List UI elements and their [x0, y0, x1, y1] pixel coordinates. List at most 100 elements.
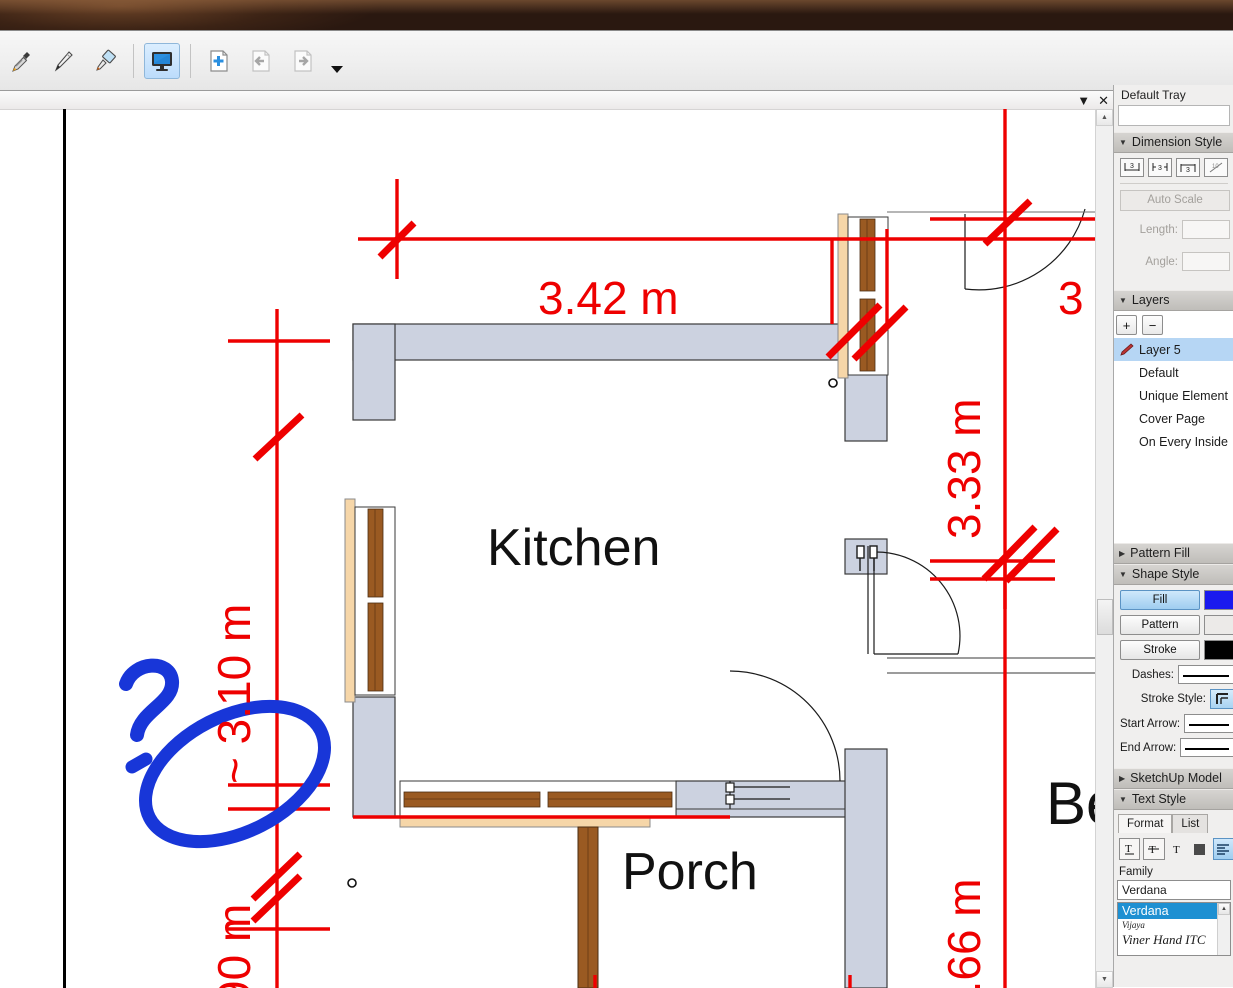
family-option-viner-hand-itc[interactable]: Viner Hand ITC [1118, 931, 1230, 949]
next-page-icon[interactable] [285, 43, 321, 79]
chevron-right-icon: ▶ [1119, 548, 1126, 558]
scroll-up-icon[interactable]: ▲ [1096, 109, 1113, 126]
scrollbar-thumb[interactable] [1097, 599, 1113, 635]
layer-item-default[interactable]: Default [1114, 361, 1233, 384]
stroke-button[interactable]: Stroke [1120, 640, 1200, 660]
dashes-label: Dashes: [1131, 668, 1174, 681]
family-option-vijaya[interactable]: Vijaya [1118, 919, 1230, 931]
pattern-row: Pattern [1120, 615, 1233, 635]
photo-highlight [0, 0, 1233, 14]
dashes-row: Dashes: [1120, 665, 1233, 684]
chevron-down-icon: ▼ [1119, 794, 1127, 804]
page-nav-group [198, 38, 346, 84]
toolbar-separator [133, 44, 134, 78]
underline-text-icon[interactable]: T [1119, 838, 1141, 860]
room-label-porch: Porch [622, 843, 758, 901]
panel-body-dimension-style: 3 3 3 10 Auto Scale Length: Angle: [1114, 153, 1233, 290]
panel-header-dimension-style[interactable]: ▼ Dimension Style [1114, 132, 1233, 153]
remove-layer-button[interactable]: − [1142, 315, 1163, 335]
tab-list[interactable]: List [1172, 814, 1209, 833]
end-arrow-select[interactable] [1180, 738, 1233, 757]
pen-icon[interactable] [45, 43, 81, 79]
document-vertical-scrollbar[interactable]: ▲ ▼ [1095, 109, 1113, 988]
dashes-select[interactable] [1178, 665, 1233, 684]
dim-top-right-clipped: 3 [1058, 272, 1084, 324]
panel-title-dimension-style: Dimension Style [1131, 135, 1223, 149]
add-layer-button[interactable]: + [1116, 315, 1137, 335]
layer-item-layer-5[interactable]: Layer 5 [1114, 338, 1233, 361]
stroke-style-button[interactable] [1210, 689, 1233, 709]
length-input[interactable] [1182, 220, 1230, 239]
text-style-tabs: Format List [1114, 810, 1233, 833]
layer-label: Cover Page [1139, 411, 1206, 426]
pattern-button[interactable]: Pattern [1120, 615, 1200, 635]
stroke-style-row: Stroke Style: [1120, 689, 1233, 709]
pencil-icon [1120, 343, 1134, 356]
start-arrow-select[interactable] [1184, 714, 1233, 733]
add-page-icon[interactable] [201, 43, 237, 79]
default-tray: Default Tray ▼ Dimension Style 3 3 3 10 [1113, 85, 1233, 987]
tab-format[interactable]: Format [1118, 814, 1173, 833]
monitor-icon[interactable] [144, 43, 180, 79]
panel-title-text-style: Text Style [1131, 792, 1187, 806]
family-input[interactable]: Verdana [1117, 880, 1231, 900]
auto-scale-button[interactable]: Auto Scale [1120, 190, 1230, 211]
application-window: ▼ ✕ 3.42 m 3 3.33 m 3.66 m ~ 3.10 m Kitc… [0, 0, 1233, 988]
stroke-row: Stroke [1120, 640, 1233, 660]
dim-top: 3.42 m [538, 272, 679, 324]
panel-header-layers[interactable]: ▼ Layers [1114, 290, 1233, 311]
dim-center-icon[interactable]: 3 [1148, 158, 1172, 177]
panel-header-pattern-fill[interactable]: ▶ Pattern Fill [1114, 543, 1233, 564]
pattern-swatch[interactable] [1204, 615, 1233, 635]
fill-button[interactable]: Fill [1120, 590, 1200, 610]
minimize-icon[interactable]: ▼ [1077, 94, 1090, 107]
align-left-icon[interactable] [1212, 838, 1233, 860]
panel-header-text-style[interactable]: ▼ Text Style [1114, 789, 1233, 810]
family-options-list[interactable]: Verdana Vijaya Viner Hand ITC ▲ [1117, 902, 1231, 956]
color-swatch-icon[interactable] [1190, 839, 1209, 859]
layer-item-cover-page[interactable]: Cover Page [1114, 407, 1233, 430]
dim-above-icon[interactable]: 3 [1176, 158, 1200, 177]
fill-color-swatch[interactable] [1204, 590, 1233, 610]
end-arrow-row: End Arrow: [1120, 738, 1233, 757]
tray-title: Default Tray [1114, 85, 1233, 105]
room-label-bedroom-clipped: Be [1046, 770, 1096, 837]
font-color-text-icon[interactable]: T [1168, 839, 1187, 859]
style-brush-icon[interactable] [87, 43, 123, 79]
svg-text:T: T [1149, 844, 1156, 856]
previous-page-icon[interactable] [243, 43, 279, 79]
layer-item-on-every-inside[interactable]: On Every Inside [1114, 430, 1233, 453]
document-titlebar: ▼ ✕ [0, 91, 1113, 110]
panel-title-pattern-fill: Pattern Fill [1130, 546, 1190, 560]
scroll-down-icon[interactable]: ▼ [1096, 971, 1113, 988]
panel-header-sketchup-model[interactable]: ▶ SketchUp Model [1114, 768, 1233, 789]
svg-text:T: T [1173, 844, 1180, 856]
layer-label: Unique Element [1139, 388, 1228, 403]
angle-label: Angle: [1145, 255, 1178, 268]
tray-search-field[interactable] [1118, 105, 1230, 126]
angle-field-row: Angle: [1120, 252, 1230, 271]
family-list-scrollbar[interactable]: ▲ [1217, 903, 1230, 955]
layers-list: Layer 5 Default Unique Element Cover Pag… [1114, 338, 1233, 543]
length-label: Length: [1139, 223, 1178, 236]
panel-header-shape-style[interactable]: ▼ Shape Style [1114, 564, 1233, 585]
eyedropper-icon[interactable] [3, 43, 39, 79]
toolbar-separator-2 [190, 44, 191, 78]
close-icon[interactable]: ✕ [1098, 94, 1109, 107]
svg-text:3: 3 [1130, 163, 1134, 170]
strikethrough-text-icon[interactable]: T [1143, 838, 1165, 860]
walls [352, 323, 888, 988]
stroke-color-swatch[interactable] [1204, 640, 1233, 660]
scroll-up-icon[interactable]: ▲ [1218, 903, 1230, 915]
angle-input[interactable] [1182, 252, 1230, 271]
dim-angle-icon[interactable]: 10 [1204, 158, 1228, 177]
family-option-verdana[interactable]: Verdana [1118, 903, 1230, 919]
overflow-caret-icon[interactable] [328, 44, 346, 78]
dimension-style-icon-row: 3 3 3 10 [1120, 158, 1230, 177]
window-bottom [399, 780, 677, 828]
door-mid-right [856, 545, 1096, 674]
floor-plan-canvas[interactable]: 3.42 m 3 3.33 m 3.66 m ~ 3.10 m ~ 0.90 m… [0, 109, 1096, 988]
dim-below-icon[interactable]: 3 [1120, 158, 1144, 177]
layer-item-unique-element[interactable]: Unique Element [1114, 384, 1233, 407]
length-field-row: Length: [1120, 220, 1230, 239]
